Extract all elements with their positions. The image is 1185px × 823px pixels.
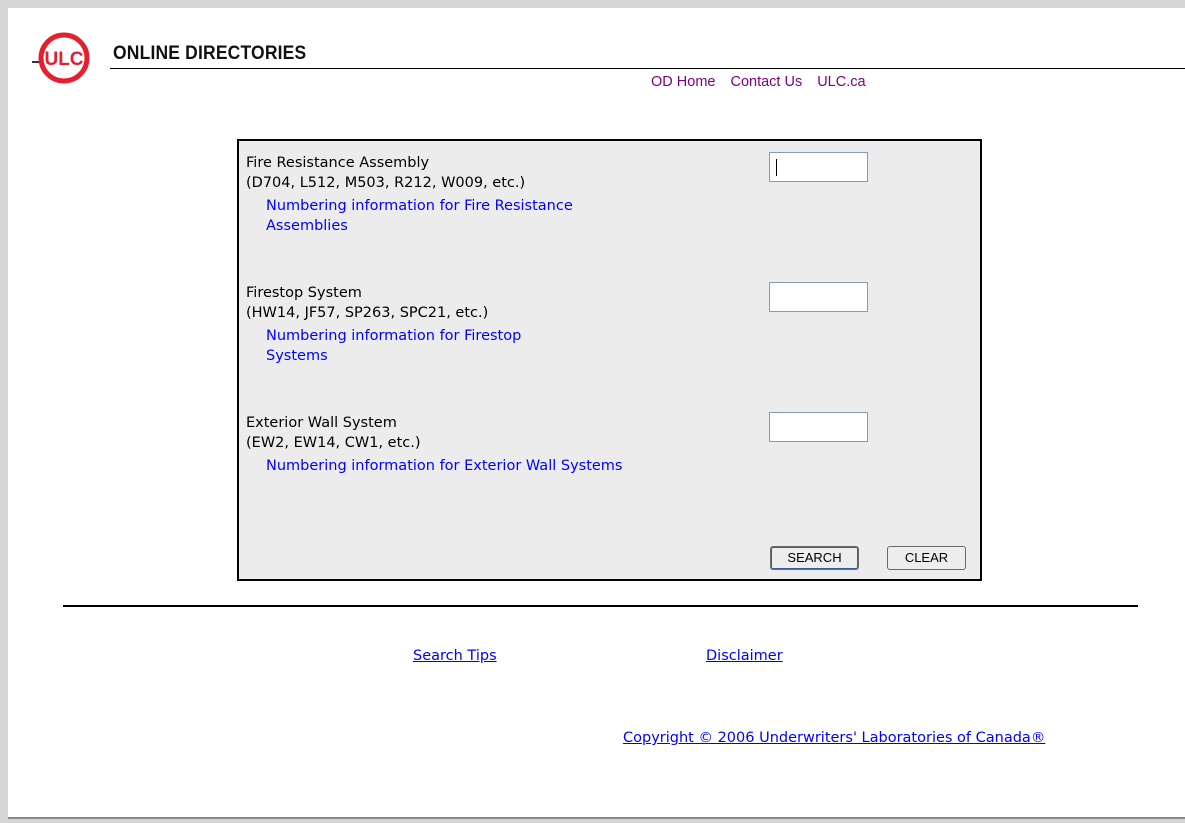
fire-resistance-label: Fire Resistance Assembly xyxy=(246,155,430,171)
page-title: ONLINE DIRECTORIES xyxy=(113,43,307,64)
firestop-example: (HW14, JF57, SP263, SPC21, etc.) xyxy=(246,305,489,321)
firestop-numbering-link[interactable]: Numbering information for Firestop Syste… xyxy=(266,326,586,366)
ulc-logo[interactable]: ULC xyxy=(38,32,90,84)
nav-od-home[interactable]: OD Home xyxy=(651,74,715,90)
fire-resistance-row: Fire Resistance Assembly (D704, L512, M5… xyxy=(246,153,746,236)
exterior-wall-label: Exterior Wall System xyxy=(246,415,397,431)
search-tips-link[interactable]: Search Tips xyxy=(413,648,497,664)
search-form: Fire Resistance Assembly (D704, L512, M5… xyxy=(237,139,982,581)
footer-divider xyxy=(63,605,1138,607)
search-button[interactable]: SEARCH xyxy=(770,546,859,570)
fire-resistance-input[interactable] xyxy=(769,152,868,182)
exterior-wall-input[interactable] xyxy=(769,412,868,442)
text-cursor xyxy=(776,159,777,176)
firestop-row: Firestop System (HW14, JF57, SP263, SPC2… xyxy=(246,283,746,366)
exterior-wall-numbering-link[interactable]: Numbering information for Exterior Wall … xyxy=(266,456,636,476)
logo-text: ULC xyxy=(44,49,83,70)
copyright-link[interactable]: Copyright © 2006 Underwriters' Laborator… xyxy=(623,730,1045,746)
nav-contact-us[interactable]: Contact Us xyxy=(730,74,802,90)
nav-ulc-ca[interactable]: ULC.ca xyxy=(817,74,865,90)
clear-button[interactable]: CLEAR xyxy=(887,546,966,570)
firestop-label: Firestop System xyxy=(246,285,362,301)
page: ULC ONLINE DIRECTORIES OD Home Contact Us… xyxy=(8,8,1185,819)
header-rule xyxy=(110,68,1185,69)
firestop-input[interactable] xyxy=(769,282,868,312)
top-nav: OD Home Contact Us ULC.ca xyxy=(651,74,881,90)
exterior-wall-example: (EW2, EW14, CW1, etc.) xyxy=(246,435,421,451)
fire-resistance-numbering-link[interactable]: Numbering information for Fire Resistanc… xyxy=(266,196,656,236)
fire-resistance-example: (D704, L512, M503, R212, W009, etc.) xyxy=(246,175,526,191)
exterior-wall-row: Exterior Wall System (EW2, EW14, CW1, et… xyxy=(246,413,746,476)
disclaimer-link[interactable]: Disclaimer xyxy=(706,648,783,664)
